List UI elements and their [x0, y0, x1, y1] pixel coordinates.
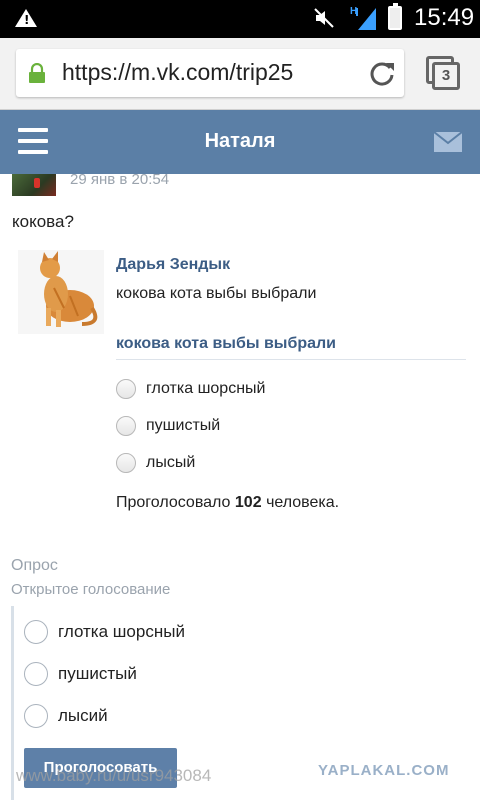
- cat-picture: [40, 251, 98, 327]
- battery-icon: [388, 3, 402, 30]
- lock-icon: [29, 63, 45, 83]
- vk-header: Наталя: [0, 110, 480, 174]
- page-title: Наталя: [204, 130, 276, 152]
- clock: 15:49: [414, 4, 475, 31]
- radio-icon[interactable]: [24, 704, 48, 728]
- mute-icon: [314, 8, 334, 28]
- screenshot-author: Дарья Зендык: [116, 256, 231, 272]
- divider: [116, 359, 466, 360]
- poll-side-bar: [11, 606, 14, 800]
- option-label: пушистый: [146, 417, 221, 434]
- tabs-count: 3: [432, 62, 460, 90]
- poll-option-label: лысий: [58, 706, 108, 725]
- radio-icon: [116, 453, 136, 473]
- signal-icon: H: [350, 6, 376, 30]
- browser-toolbar: https://m.vk.com/trip25 3: [0, 38, 480, 110]
- post-text: кокова?: [12, 212, 74, 231]
- radio-icon: [116, 416, 136, 436]
- screenshot-votes: Проголосовало 102 человека.: [116, 494, 339, 512]
- post-date: 29 янв в 20:54: [70, 174, 170, 188]
- option-label: глотка шорсный: [146, 380, 266, 397]
- watermark-right: YAPLAKAL.COM: [318, 762, 450, 779]
- mail-icon[interactable]: [434, 132, 462, 152]
- votes-suffix: человека.: [266, 494, 340, 511]
- screenshot-question: кокова кота выбы выбрали: [116, 285, 317, 302]
- status-bar: H 15:49: [0, 0, 480, 38]
- poll-option-label: глотка шорсный: [58, 622, 185, 641]
- post-content: 29 янв в 20:54 кокова? Дарья Зендык коко…: [0, 174, 480, 800]
- screenshot-poll-title: кокова кота выбы выбрали: [116, 335, 337, 352]
- reload-icon[interactable]: [368, 59, 396, 87]
- warning-icon: [15, 9, 37, 27]
- cat-image: [18, 250, 104, 334]
- votes-count: 102: [234, 494, 262, 511]
- radio-icon[interactable]: [24, 620, 48, 644]
- embedded-screenshot: Дарья Зендык кокова кота выбы выбрали ко…: [16, 250, 468, 528]
- radio-icon[interactable]: [24, 662, 48, 686]
- option-label: лысый: [146, 454, 196, 471]
- poll-subtitle: Открытое голосование: [11, 581, 171, 598]
- tab-switcher-button[interactable]: 3: [426, 56, 460, 90]
- address-bar[interactable]: https://m.vk.com/trip25: [16, 49, 404, 97]
- poll-type: Опрос: [11, 557, 58, 574]
- avatar[interactable]: [12, 174, 56, 196]
- url-text: https://m.vk.com/trip25: [62, 59, 294, 85]
- radio-icon: [116, 379, 136, 399]
- poll-option-label: пушистый: [58, 664, 137, 683]
- watermark-left: www.baby.ru/u/usr943084: [16, 766, 212, 785]
- votes-prefix: Проголосовало: [116, 494, 231, 511]
